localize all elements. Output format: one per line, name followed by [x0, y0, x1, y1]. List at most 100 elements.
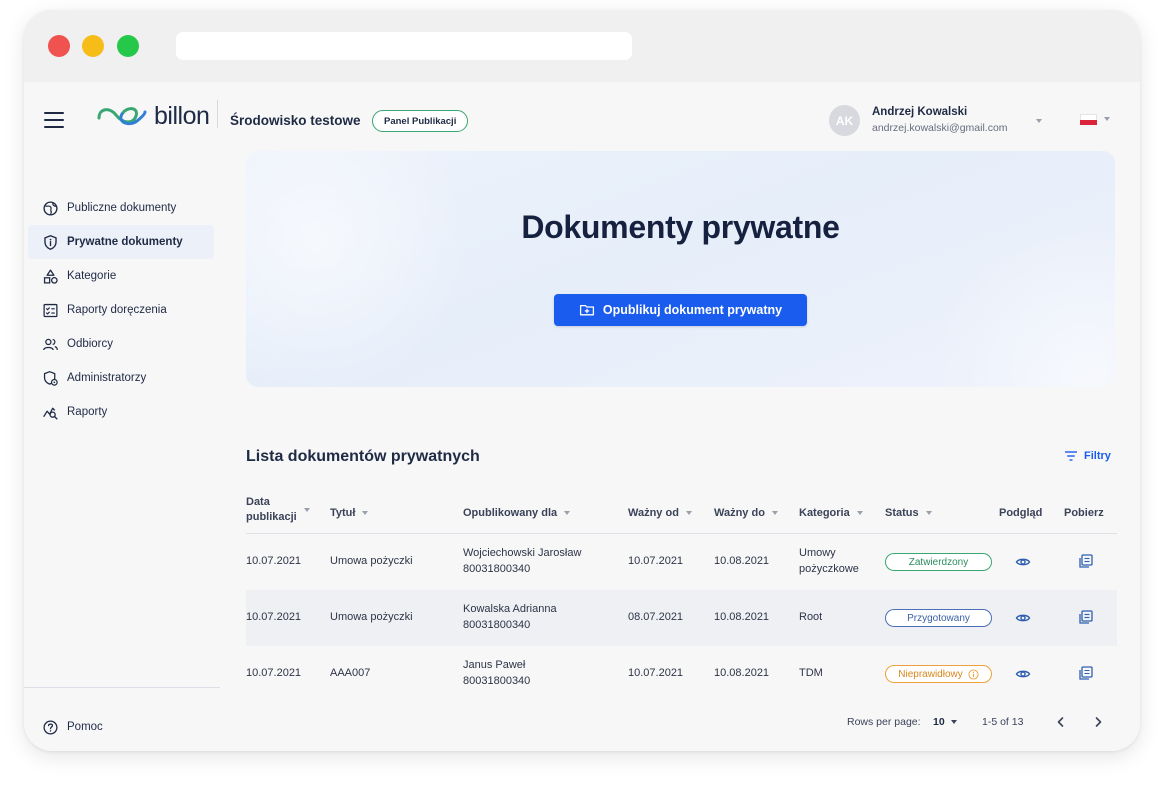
cell-title: AAA007: [330, 667, 371, 679]
download-document-icon[interactable]: [1078, 665, 1094, 681]
sort-icon: [303, 508, 310, 512]
cell-date: 10.07.2021: [246, 611, 302, 623]
sidebar-item-reports[interactable]: Raporty: [28, 395, 214, 429]
users-icon: [43, 338, 58, 350]
user-menu-chevron-down-icon[interactable]: [1036, 119, 1042, 123]
cell-published-for: Kowalska Adrianna 80031800340: [463, 602, 557, 633]
chevron-down-icon: [950, 720, 957, 724]
sort-icon: [685, 511, 692, 515]
panel-badge[interactable]: Panel Publikacji: [372, 110, 469, 132]
cell-valid-to: 10.08.2021: [714, 667, 770, 679]
cell-title: Umowa pożyczki: [330, 555, 413, 567]
sidebar-item-help[interactable]: Pomoc: [28, 710, 214, 744]
cell-category: Umowy pożyczkowe: [799, 546, 859, 577]
close-window-button[interactable]: [48, 35, 70, 57]
publish-button-label: Opublikuj dokument prywatny: [602, 303, 783, 317]
column-header-valid-from[interactable]: Ważny od: [628, 507, 692, 519]
column-valid-to-label: Ważny do: [714, 507, 765, 519]
sort-icon: [564, 511, 571, 515]
sidebar-item-label: Odbiorcy: [67, 338, 114, 350]
language-chevron-down-icon[interactable]: [1104, 117, 1110, 121]
page-title: Dokumenty prywatne: [521, 209, 840, 245]
chevron-right-icon[interactable]: [1091, 715, 1105, 729]
publish-private-document-button[interactable]: Opublikuj dokument prywatny: [554, 294, 807, 326]
user-email: andrzej.kowalski@gmail.com: [872, 122, 1008, 134]
table-row[interactable]: 10.07.2021 Umowa pożyczki Wojciechowski …: [246, 534, 1117, 590]
recipient-name: Wojciechowski Jarosław: [463, 547, 582, 559]
list-title: Lista dokumentów prywatnych: [246, 448, 480, 465]
address-bar[interactable]: [176, 32, 632, 60]
browser-window: billon Środowisko testowe Panel Publikac…: [24, 10, 1140, 751]
avatar[interactable]: AK: [829, 105, 860, 136]
column-header-category[interactable]: Kategoria: [799, 507, 863, 519]
category-line2: pożyczkowe: [799, 562, 859, 575]
recipient-id: 80031800340: [463, 674, 531, 687]
header-divider: [217, 100, 218, 128]
status-badge: Nieprawidłowy: [885, 665, 992, 683]
sort-icon: [925, 511, 932, 515]
sidebar-item-public-documents[interactable]: Publiczne dokumenty: [28, 191, 214, 225]
rows-per-page-select[interactable]: 10: [933, 716, 957, 728]
column-header-date[interactable]: Data publikacji: [246, 495, 310, 525]
hero-banner: Dokumenty prywatne Opublikuj dokument pr…: [246, 151, 1115, 387]
help-icon: [43, 719, 58, 735]
shapes-icon: [43, 268, 58, 284]
menu-icon[interactable]: [44, 112, 64, 128]
sidebar-item-label: Administratorzy: [67, 372, 147, 384]
sidebar-item-label: Raporty: [67, 406, 108, 418]
environment-label: Środowisko testowe: [230, 113, 361, 128]
cell-category: Root: [799, 611, 823, 623]
sidebar-item-label: Kategorie: [67, 270, 117, 282]
eye-icon[interactable]: [1015, 666, 1031, 682]
download-document-icon[interactable]: [1078, 609, 1094, 625]
hero-decoration: [246, 151, 476, 387]
sidebar-item-administrators[interactable]: Administratorzy: [28, 361, 214, 395]
rows-per-page-value: 10: [933, 716, 945, 728]
minimize-window-button[interactable]: [82, 35, 104, 57]
folder-add-icon: [579, 304, 594, 316]
download-document-icon[interactable]: [1078, 553, 1094, 569]
eye-icon[interactable]: [1015, 610, 1031, 626]
sidebar-item-private-documents[interactable]: Prywatne dokumenty: [28, 225, 214, 259]
column-header-title[interactable]: Tytuł: [330, 507, 369, 519]
cell-valid-from: 10.07.2021: [628, 555, 684, 567]
sidebar-item-categories[interactable]: Kategorie: [28, 259, 214, 293]
sidebar-item-label: Prywatne dokumenty: [67, 236, 183, 248]
column-header-download: Pobierz: [1064, 507, 1104, 519]
info-icon: [968, 668, 979, 680]
sidebar-item-delivery-reports[interactable]: Raporty doręczenia: [28, 293, 214, 327]
status-badge: Przygotowany: [885, 609, 992, 627]
column-title-label: Tytuł: [330, 507, 356, 519]
recipient-id: 80031800340: [463, 618, 531, 631]
maximize-window-button[interactable]: [117, 35, 139, 57]
admin-shield-icon: [43, 370, 58, 386]
column-header-preview: Podgląd: [999, 507, 1042, 519]
poland-flag-icon[interactable]: [1080, 114, 1097, 125]
cell-title: Umowa pożyczki: [330, 611, 413, 623]
table-row[interactable]: 10.07.2021 AAA007 Janus Paweł 8003180034…: [246, 646, 1117, 702]
sidebar-item-recipients[interactable]: Odbiorcy: [28, 327, 214, 361]
cell-date: 10.07.2021: [246, 555, 302, 567]
globe-icon: [43, 200, 58, 216]
cell-valid-to: 10.08.2021: [714, 555, 770, 567]
column-preview-label: Podgląd: [999, 507, 1043, 519]
recipient-name: Janus Paweł: [463, 659, 526, 671]
column-header-status[interactable]: Status: [885, 507, 932, 519]
eye-icon[interactable]: [1015, 554, 1031, 570]
recipient-name: Kowalska Adrianna: [463, 603, 557, 615]
user-name[interactable]: Andrzej Kowalski: [872, 106, 967, 118]
sort-icon: [771, 511, 778, 515]
table-row[interactable]: 10.07.2021 Umowa pożyczki Kowalska Adria…: [246, 590, 1117, 646]
status-label: Przygotowany: [907, 612, 970, 624]
status-label: Nieprawidłowy: [898, 668, 963, 680]
pagination-range: 1-5 of 13: [982, 716, 1024, 728]
column-header-published-for[interactable]: Opublikowany dla: [463, 507, 571, 519]
cell-valid-from: 08.07.2021: [628, 611, 684, 623]
filters-button[interactable]: Filtry: [1065, 450, 1111, 462]
billon-logo[interactable]: billon: [96, 101, 210, 131]
rows-per-page-label: Rows per page:: [847, 716, 921, 728]
sidebar-item-label: Publiczne dokumenty: [67, 202, 177, 214]
column-header-valid-to[interactable]: Ważny do: [714, 507, 778, 519]
chevron-left-icon[interactable]: [1054, 715, 1068, 729]
cell-date: 10.07.2021: [246, 667, 302, 679]
